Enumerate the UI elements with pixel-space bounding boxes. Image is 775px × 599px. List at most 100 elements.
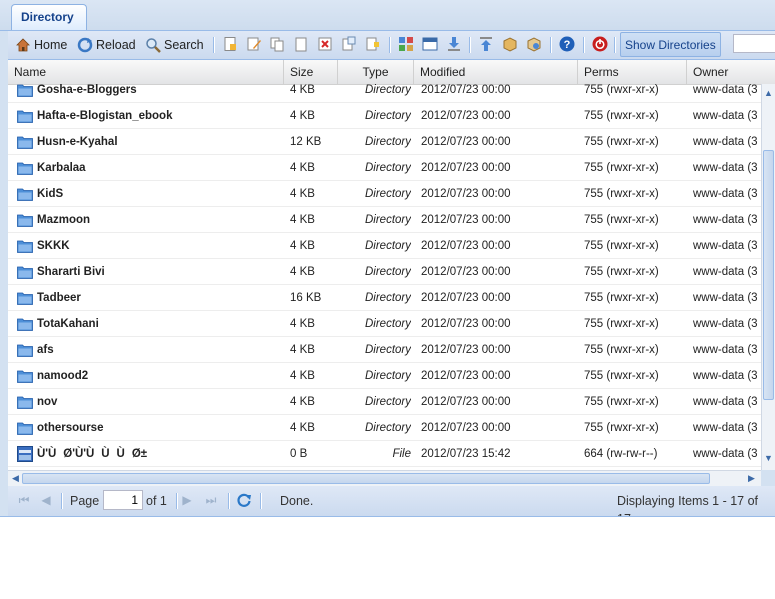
folder-icon bbox=[17, 343, 33, 357]
modified-cell: 2012/07/23 00:00 bbox=[421, 136, 511, 148]
size-cell: 4 KB bbox=[290, 422, 315, 434]
modified-cell: 2012/07/23 00:00 bbox=[421, 84, 511, 96]
download-icon[interactable] bbox=[446, 36, 462, 52]
folder-icon bbox=[17, 135, 33, 149]
show-directories-label: Show Directories bbox=[625, 37, 716, 52]
perms-cell: 755 (rwxr-xr-x) bbox=[584, 370, 659, 382]
type-cell: Directory bbox=[364, 240, 411, 252]
power-icon[interactable] bbox=[592, 36, 608, 52]
name-text: Tadbeer bbox=[37, 292, 81, 304]
horizontal-scroll-thumb[interactable] bbox=[22, 473, 710, 484]
table-row[interactable]: Hafta-e-Blogistan_ebook 4 KB Directory 2012… bbox=[8, 103, 761, 129]
previous-page-icon[interactable]: ◀ bbox=[38, 492, 54, 508]
view-icons-icon[interactable] bbox=[398, 36, 414, 52]
owner-cell: www-data (3 bbox=[693, 110, 758, 122]
column-header-perms[interactable]: Perms bbox=[578, 60, 687, 84]
table-row[interactable]: othersourse 4 KB Directory 2012/07/23 00:00… bbox=[8, 415, 761, 441]
home-button[interactable]: Home bbox=[15, 35, 67, 55]
table-row[interactable]: Ù'ÙØ'Ù'ÙÙÙØ± 0 B File 2012/07/23 15:42 6… bbox=[8, 441, 761, 467]
table-row[interactable]: Gosha-e-Bloggers 4 KB Directory 2012/07/23 … bbox=[8, 84, 761, 103]
paste-icon[interactable] bbox=[293, 36, 309, 52]
toolbar-separator bbox=[614, 37, 616, 53]
owner-cell: www-data (3 bbox=[693, 162, 758, 174]
show-directories-button[interactable]: Show Directories bbox=[620, 32, 721, 57]
type-cell: Directory bbox=[364, 370, 411, 382]
vertical-scroll-thumb[interactable] bbox=[763, 150, 774, 400]
name-cell: TotaKahani bbox=[17, 311, 287, 337]
table-row[interactable]: KidS 4 KB Directory 2012/07/23 00:00 755 (rw… bbox=[8, 181, 761, 207]
type-cell: Directory bbox=[364, 396, 411, 408]
rename-icon[interactable] bbox=[341, 36, 357, 52]
delete-icon[interactable] bbox=[317, 36, 333, 52]
copy-icon[interactable] bbox=[269, 36, 285, 52]
tab-directory[interactable]: Directory bbox=[11, 4, 87, 30]
archive-icon[interactable] bbox=[502, 36, 518, 52]
first-page-icon[interactable]: ⏮ bbox=[16, 492, 32, 508]
column-header-size[interactable]: Size bbox=[284, 60, 338, 84]
table-row[interactable]: afs 4 KB Directory 2012/07/23 00:00 755 (rwx… bbox=[8, 337, 761, 363]
scroll-up-arrow-icon[interactable]: ▲ bbox=[762, 87, 775, 100]
horizontal-scrollbar[interactable]: ◀ ▶ bbox=[8, 470, 761, 486]
toolbar-separator bbox=[389, 37, 391, 53]
owner-cell: www-data (3 bbox=[693, 422, 758, 434]
column-header-modified[interactable]: Modified bbox=[414, 60, 578, 84]
owner-cell: www-data (3 bbox=[693, 136, 758, 148]
table-row[interactable]: namood2 4 KB Directory 2012/07/23 00:00 755 … bbox=[8, 363, 761, 389]
name-text: namood2 bbox=[37, 370, 89, 382]
table-row[interactable]: TotaKahani 4 KB Directory 2012/07/23 00:00 7… bbox=[8, 311, 761, 337]
table-row[interactable]: Tadbeer 16 KB Directory 2012/07/23 00:00 755… bbox=[8, 285, 761, 311]
folder-icon bbox=[17, 213, 33, 227]
paging-toolbar: ⏮ ◀ Page 1 of 1 ▶ ⏭ Done. Displaying Ite… bbox=[8, 486, 775, 516]
view-details-icon[interactable] bbox=[422, 36, 438, 52]
table-row[interactable]: Shararti Bivi 4 KB Directory 2012/07/23 00:… bbox=[8, 259, 761, 285]
vertical-scrollbar[interactable]: ▲ ▼ bbox=[761, 84, 775, 470]
column-header-name[interactable]: Name bbox=[8, 60, 284, 84]
help-icon[interactable]: ? bbox=[559, 36, 575, 52]
modified-cell: 2012/07/23 00:00 bbox=[421, 292, 511, 304]
search-button[interactable]: Search bbox=[145, 35, 204, 55]
type-cell: Directory bbox=[364, 266, 411, 278]
name-cell: SKKK bbox=[17, 233, 287, 259]
scroll-down-arrow-icon[interactable]: ▼ bbox=[762, 452, 775, 465]
size-cell: 4 KB bbox=[290, 84, 315, 96]
properties-icon[interactable] bbox=[365, 36, 381, 52]
perms-cell: 755 (rwxr-xr-x) bbox=[584, 318, 659, 330]
extract-icon[interactable] bbox=[526, 36, 542, 52]
size-cell: 4 KB bbox=[290, 318, 315, 330]
name-cell: Gosha-e-Bloggers bbox=[17, 84, 287, 103]
name-cell: Karbalaa bbox=[17, 155, 287, 181]
modified-cell: 2012/07/23 00:00 bbox=[421, 396, 511, 408]
reload-button[interactable]: Reload bbox=[77, 35, 136, 55]
table-row[interactable]: Mazmoon 4 KB Directory 2012/07/23 00:00 755 … bbox=[8, 207, 761, 233]
owner-cell: www-data (3 bbox=[693, 396, 758, 408]
table-row[interactable]: nov 4 KB Directory 2012/07/23 00:00 755 (rwx… bbox=[8, 389, 761, 415]
size-cell: 4 KB bbox=[290, 110, 315, 122]
toolbar-search-input[interactable] bbox=[733, 34, 775, 53]
scroll-right-arrow-icon[interactable]: ▶ bbox=[745, 472, 758, 485]
size-cell: 4 KB bbox=[290, 344, 315, 356]
refresh-icon[interactable] bbox=[236, 492, 252, 508]
scroll-left-arrow-icon[interactable]: ◀ bbox=[9, 472, 22, 485]
last-page-icon[interactable]: ⏭ bbox=[203, 492, 219, 508]
display-info: Displaying Items 1 - 17 of 17 bbox=[617, 494, 759, 516]
upload-icon[interactable] bbox=[478, 36, 494, 52]
modified-cell: 2012/07/23 00:00 bbox=[421, 188, 511, 200]
folder-icon bbox=[17, 421, 33, 435]
edit-file-icon[interactable] bbox=[246, 36, 262, 52]
next-page-icon[interactable]: ▶ bbox=[179, 492, 195, 508]
owner-cell: www-data (3 bbox=[693, 266, 758, 278]
grid-body: Gosha-e-Bloggers 4 KB Directory 2012/07/23 … bbox=[8, 84, 761, 470]
type-cell: Directory bbox=[364, 292, 411, 304]
perms-cell: 755 (rwxr-xr-x) bbox=[584, 396, 659, 408]
perms-cell: 755 (rwxr-xr-x) bbox=[584, 84, 659, 96]
name-text: Husn-e-Kyahal bbox=[37, 136, 118, 148]
column-header-owner[interactable]: Owner bbox=[687, 60, 775, 84]
perms-cell: 755 (rwxr-xr-x) bbox=[584, 422, 659, 434]
table-row[interactable]: Karbalaa 4 KB Directory 2012/07/23 00:00 755… bbox=[8, 155, 761, 181]
table-row[interactable]: Husn-e-Kyahal 12 KB Directory 2012/07/23 00… bbox=[8, 129, 761, 155]
table-row[interactable]: SKKK 4 KB Directory 2012/07/23 00:00 755 (rw… bbox=[8, 233, 761, 259]
new-file-icon[interactable] bbox=[222, 36, 238, 52]
column-header-type[interactable]: Type bbox=[338, 60, 414, 84]
page-number-input[interactable]: 1 bbox=[103, 490, 143, 510]
name-text: Mazmoon bbox=[37, 214, 91, 226]
